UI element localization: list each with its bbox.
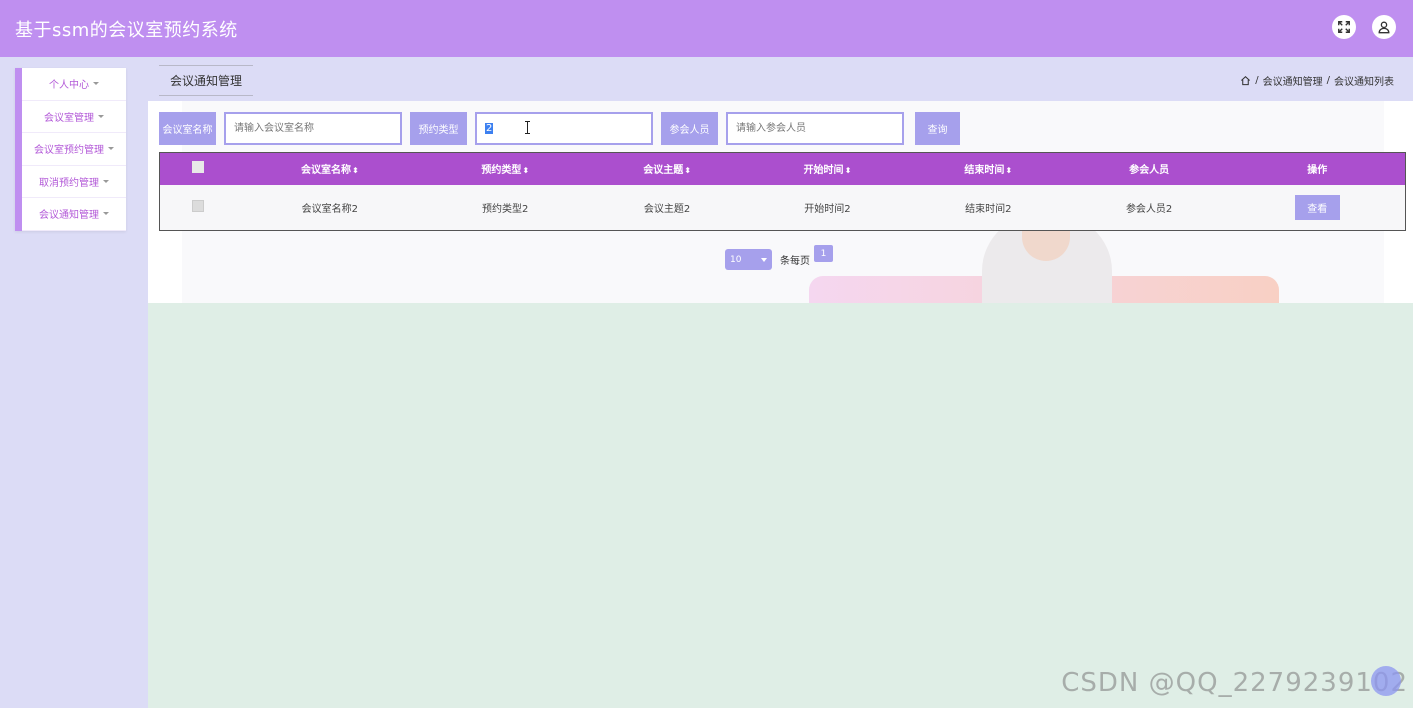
- app-title: 基于ssm的会议室预约系统: [15, 20, 238, 41]
- caret-down-icon: [98, 114, 104, 118]
- breadcrumb-bar: 会议通知管理 / 会议通知管理 / 会议通知列表: [148, 57, 1413, 101]
- column-header-room-name[interactable]: 会议室名称⬍: [236, 152, 424, 185]
- sort-icon[interactable]: ⬍: [684, 166, 691, 175]
- column-header-attendees: 参会人员: [1068, 152, 1230, 185]
- sort-icon[interactable]: ⬍: [352, 166, 359, 175]
- cell-action: 查看: [1229, 184, 1406, 231]
- floating-action-button[interactable]: [1371, 666, 1401, 696]
- user-avatar-button[interactable]: [1372, 15, 1396, 39]
- cell-topic: 会议主题2: [587, 184, 747, 231]
- room-name-label: 会议室名称: [159, 112, 216, 145]
- watermark: CSDN @QQ_2279239102: [1061, 668, 1408, 698]
- sidebar-item-reservation-management[interactable]: 会议室预约管理: [22, 133, 126, 166]
- sidebar-item-label: 会议通知管理: [39, 210, 99, 222]
- cell-room-name: 会议室名称2: [236, 184, 424, 231]
- column-header-topic[interactable]: 会议主题⬍: [587, 152, 747, 185]
- row-select-cell: [159, 184, 237, 231]
- column-header-action: 操作: [1229, 152, 1406, 185]
- breadcrumb-level-2: 会议通知列表: [1334, 77, 1394, 88]
- reservation-type-input[interactable]: 2: [475, 112, 653, 145]
- caret-down-icon: [93, 82, 99, 86]
- cell-end-time: 结束时间2: [907, 184, 1069, 231]
- attendee-input[interactable]: [726, 112, 904, 145]
- select-all-checkbox[interactable]: [192, 161, 205, 174]
- main-content: 会议室名称 预约类型 2 参会人员 查询 会议室名称⬍ 预约类型⬍ 会议主题⬍ …: [148, 101, 1413, 303]
- attendee-label: 参会人员: [661, 112, 718, 145]
- fullscreen-button[interactable]: [1332, 15, 1356, 39]
- caret-down-icon: [108, 147, 114, 151]
- sidebar-item-label: 会议室管理: [44, 112, 94, 124]
- page-size-value: 10: [730, 254, 742, 265]
- sidebar-item-label: 个人中心: [49, 80, 89, 92]
- pagination: 10 条每页 1: [725, 245, 833, 270]
- expand-icon: [1338, 21, 1350, 33]
- view-button[interactable]: 查看: [1294, 194, 1340, 220]
- per-page-label: 条每页: [780, 256, 810, 267]
- room-name-input[interactable]: [224, 112, 402, 145]
- sort-icon[interactable]: ⬍: [1005, 166, 1012, 175]
- table-header-row: 会议室名称⬍ 预约类型⬍ 会议主题⬍ 开始时间⬍ 结束时间⬍ 参会人员 操作: [159, 152, 1406, 185]
- caret-down-icon: [103, 179, 109, 183]
- home-icon[interactable]: [1240, 75, 1251, 86]
- breadcrumb-separator: /: [1255, 75, 1259, 86]
- sidebar-item-meeting-notice[interactable]: 会议通知管理: [22, 198, 126, 231]
- table-row: 会议室名称2 预约类型2 会议主题2 开始时间2 结束时间2 参会人员2 查看: [159, 184, 1406, 231]
- sidebar-item-label: 取消预约管理: [39, 177, 99, 189]
- column-header-start-time[interactable]: 开始时间⬍: [746, 152, 908, 185]
- breadcrumb-separator: /: [1326, 75, 1330, 86]
- row-checkbox[interactable]: [192, 199, 205, 212]
- top-bar: 基于ssm的会议室预约系统: [0, 0, 1413, 57]
- column-header-end-time[interactable]: 结束时间⬍: [907, 152, 1069, 185]
- cell-attendees: 参会人员2: [1068, 184, 1230, 231]
- notice-table: 会议室名称⬍ 预约类型⬍ 会议主题⬍ 开始时间⬍ 结束时间⬍ 参会人员 操作 会…: [159, 152, 1406, 231]
- page-number-1[interactable]: 1: [814, 245, 833, 262]
- breadcrumb-level-1[interactable]: 会议通知管理: [1263, 73, 1323, 88]
- cell-type: 预约类型2: [423, 184, 588, 231]
- reservation-type-label: 预约类型: [410, 112, 467, 145]
- reservation-type-value: 2: [485, 123, 494, 134]
- sidebar-item-room-management[interactable]: 会议室管理: [22, 101, 126, 133]
- column-header-type[interactable]: 预约类型⬍: [423, 152, 588, 185]
- cell-start-time: 开始时间2: [746, 184, 908, 231]
- page-size-select[interactable]: 10: [725, 249, 772, 270]
- sidebar: 个人中心 会议室管理 会议室预约管理 取消预约管理 会议通知管理: [15, 68, 126, 231]
- query-button[interactable]: 查询: [915, 112, 960, 145]
- caret-down-icon: [103, 212, 109, 216]
- text-cursor-icon: [525, 121, 530, 134]
- sidebar-item-personal-center[interactable]: 个人中心: [22, 68, 126, 101]
- breadcrumb: / 会议通知管理 / 会议通知列表: [1240, 73, 1394, 88]
- select-all-cell: [159, 152, 237, 185]
- chevron-down-icon: [761, 257, 767, 262]
- user-icon: [1378, 21, 1390, 34]
- sort-icon[interactable]: ⬍: [522, 166, 529, 175]
- sidebar-item-label: 会议室预约管理: [34, 145, 104, 157]
- sort-icon[interactable]: ⬍: [845, 166, 852, 175]
- tab-meeting-notice[interactable]: 会议通知管理: [159, 65, 254, 96]
- sidebar-item-cancel-reservation[interactable]: 取消预约管理: [22, 166, 126, 198]
